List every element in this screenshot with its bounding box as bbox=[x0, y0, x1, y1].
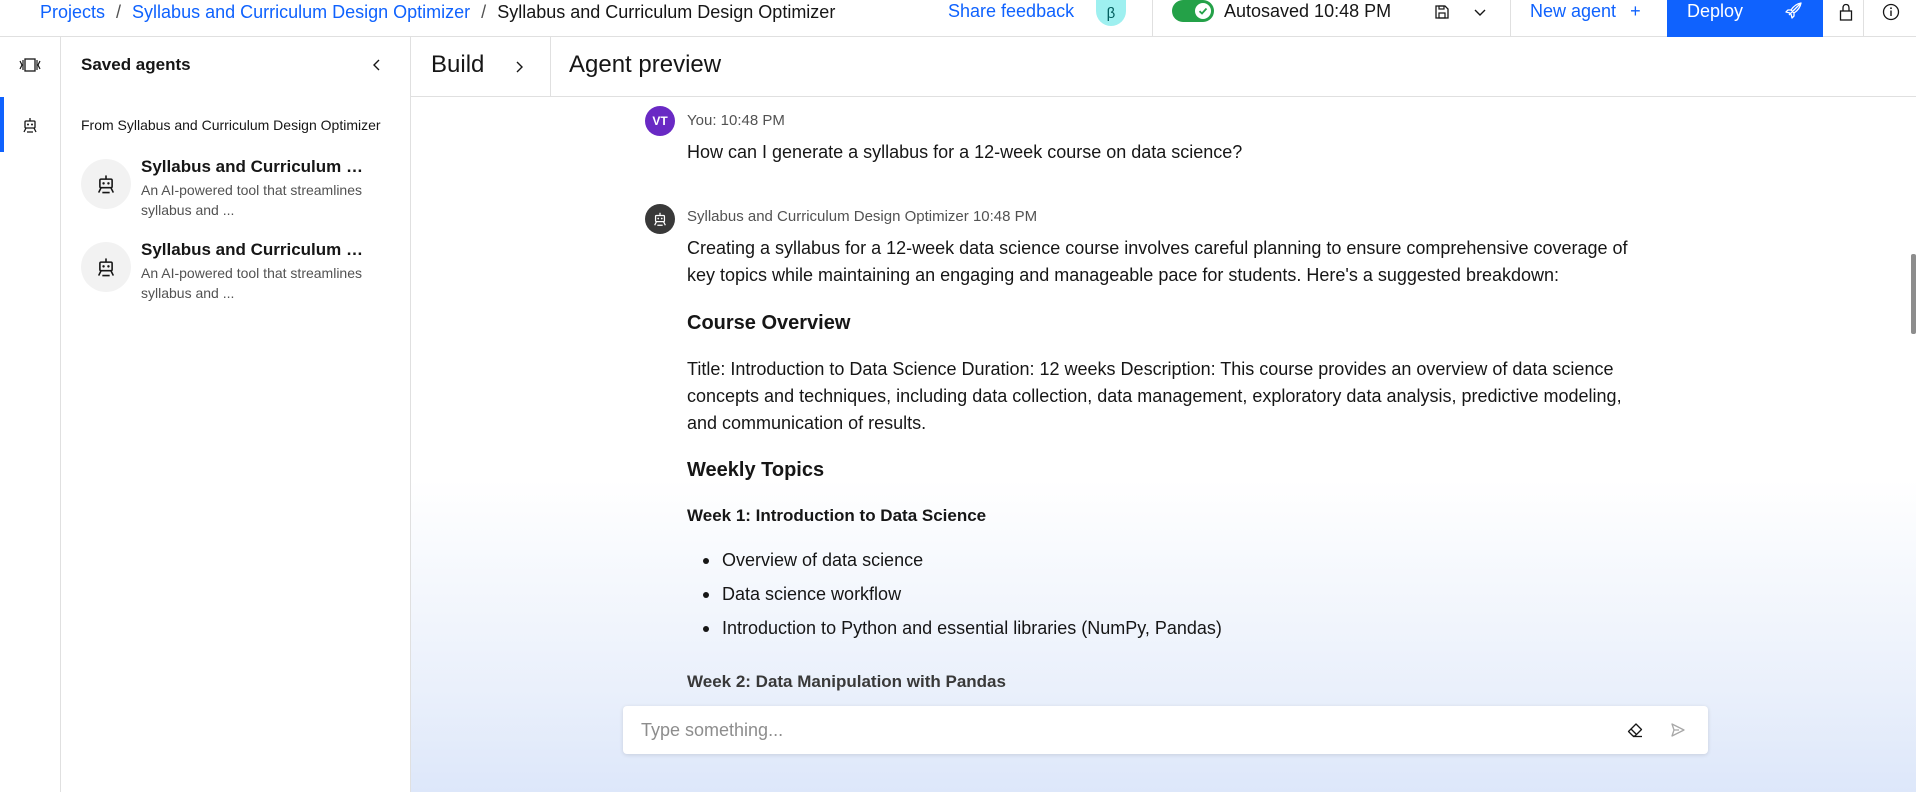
autosave-toggle[interactable] bbox=[1172, 0, 1214, 22]
info-icon[interactable] bbox=[1879, 0, 1903, 24]
breadcrumb-projects[interactable]: Projects bbox=[40, 2, 105, 23]
robot-icon bbox=[81, 242, 131, 292]
chat-area: VT You: 10:48 PM How can I generate a sy… bbox=[411, 98, 1916, 792]
saved-agent-description: An AI-powered tool that streamlines syll… bbox=[141, 265, 363, 301]
agent-intro-text: Creating a syllabus for a 12-week data s… bbox=[687, 238, 1628, 285]
weekly-topics-heading: Weekly Topics bbox=[687, 459, 825, 481]
tab-build[interactable]: Build bbox=[431, 51, 484, 79]
top-bar: Projects / Syllabus and Curriculum Desig… bbox=[0, 0, 1916, 37]
share-feedback-link[interactable]: Share feedback bbox=[948, 0, 1074, 22]
new-agent-button[interactable]: New agent + bbox=[1530, 0, 1641, 22]
lock-icon[interactable] bbox=[1834, 0, 1858, 24]
new-agent-label: New agent bbox=[1530, 0, 1617, 21]
view-tabs: Build Agent preview bbox=[411, 37, 1916, 97]
list-item: Overview of data science bbox=[687, 543, 1222, 577]
panel-title: Saved agents bbox=[81, 55, 191, 74]
breadcrumb-project[interactable]: Syllabus and Curriculum Design Optimizer bbox=[132, 2, 470, 23]
course-overview-text: Title: Introduction to Data Science Dura… bbox=[687, 359, 1622, 433]
rocket-icon bbox=[1783, 1, 1803, 26]
breadcrumb-separator: / bbox=[116, 1, 122, 22]
breadcrumb: Projects / Syllabus and Curriculum Desig… bbox=[40, 0, 835, 24]
divider bbox=[1863, 0, 1864, 37]
left-rail bbox=[0, 37, 61, 792]
breadcrumb-separator: / bbox=[481, 1, 487, 22]
robot-icon[interactable] bbox=[0, 97, 60, 152]
tab-agent-preview[interactable]: Agent preview bbox=[569, 51, 721, 79]
chat-input-box bbox=[623, 706, 1708, 754]
week-1-list: Overview of data science Data science wo… bbox=[687, 543, 1222, 645]
saved-agents-panel: Saved agents From Syllabus and Curriculu… bbox=[61, 37, 411, 792]
week-1-heading: Week 1: Introduction to Data Science bbox=[687, 506, 987, 525]
plus-icon: + bbox=[1630, 0, 1641, 21]
chevron-right-icon[interactable] bbox=[507, 55, 531, 79]
divider bbox=[1510, 0, 1511, 37]
panel-section-label: From Syllabus and Curriculum Design Opti… bbox=[81, 117, 381, 133]
send-icon[interactable] bbox=[1666, 718, 1690, 742]
breadcrumb-current: Syllabus and Curriculum Design Optimizer bbox=[497, 1, 836, 22]
course-overview-heading: Course Overview bbox=[687, 312, 851, 334]
saved-agent-description: An AI-powered tool that streamlines syll… bbox=[141, 182, 363, 218]
list-item: Data science workflow bbox=[687, 577, 1222, 611]
deploy-label: Deploy bbox=[1687, 1, 1744, 21]
week-2-heading: Week 2: Data Manipulation with Pandas bbox=[687, 672, 1006, 691]
saved-agent-name: Syllabus and Curriculum Design Optimizer bbox=[141, 240, 371, 259]
deploy-button[interactable]: Deploy bbox=[1667, 0, 1823, 37]
avatar: VT bbox=[645, 106, 675, 136]
list-item: Introduction to Python and essential lib… bbox=[687, 611, 1222, 645]
layout-toggle-icon[interactable] bbox=[0, 37, 60, 92]
divider bbox=[1152, 0, 1153, 37]
chevron-left-icon[interactable] bbox=[365, 53, 389, 77]
autosave-status: Autosaved 10:48 PM bbox=[1224, 0, 1392, 21]
user-message-meta: You: 10:48 PM bbox=[687, 112, 785, 129]
robot-icon bbox=[81, 159, 131, 209]
chevron-down-icon[interactable] bbox=[1468, 0, 1492, 24]
saved-agent-card[interactable]: Syllabus and Curriculum Design Optimizer… bbox=[81, 157, 401, 229]
saved-agent-card[interactable]: Syllabus and Curriculum Design Optimizer… bbox=[81, 240, 401, 312]
divider bbox=[550, 37, 551, 97]
user-message-text: How can I generate a syllabus for a 12-w… bbox=[687, 142, 1243, 162]
checkmark-icon bbox=[1195, 3, 1211, 19]
robot-icon bbox=[645, 204, 675, 234]
beta-badge: β bbox=[1096, 0, 1126, 26]
scrollbar[interactable] bbox=[1911, 254, 1916, 334]
eraser-icon[interactable] bbox=[1623, 718, 1647, 742]
agent-message-meta: Syllabus and Curriculum Design Optimizer… bbox=[687, 208, 1038, 225]
chat-input[interactable] bbox=[641, 706, 1591, 754]
saved-agent-name: Syllabus and Curriculum Design Optimizer bbox=[141, 157, 371, 176]
save-icon[interactable] bbox=[1430, 0, 1454, 24]
